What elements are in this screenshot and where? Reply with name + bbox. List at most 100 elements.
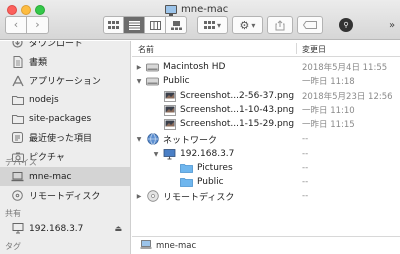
disclosure-collapsed-icon[interactable]: ▶ (135, 193, 143, 200)
file-date: -- (302, 134, 309, 144)
shared-folder-icon (180, 162, 193, 174)
sidebar-item-nodejs[interactable]: nodejs (0, 90, 130, 109)
chevron-left-icon: ‹ (13, 18, 19, 31)
column-divider[interactable] (296, 43, 297, 54)
file-date: 2018年5月4日 11:55 (302, 63, 388, 73)
network-server-icon (163, 148, 176, 160)
share-button[interactable] (267, 16, 293, 34)
list-item[interactable]: Screenshot...1-10-43.png 一昨日 11:10 (132, 103, 400, 117)
list-item[interactable]: ▶ Macintosh HD 2018年5月4日 11:55 (132, 60, 400, 74)
file-date: 一昨日 11:15 (302, 120, 355, 130)
gallery-view-button[interactable] (166, 16, 187, 34)
folder-icon (11, 94, 24, 106)
list-item[interactable]: ▼ Public 一昨日 11:18 (132, 74, 400, 88)
document-icon (11, 55, 24, 68)
list-item[interactable]: Public -- (132, 175, 400, 189)
action-button[interactable]: ⚙ ▾ (232, 16, 263, 34)
sidebar-item-applications[interactable]: アプリケーション (0, 71, 130, 90)
chevron-down-icon: ▾ (251, 20, 256, 30)
close-window-button[interactable] (7, 5, 17, 15)
optical-disc-icon (11, 190, 24, 202)
column-view-button[interactable] (145, 16, 166, 34)
sidebar-item-label: 書類 (29, 58, 48, 68)
sidebar-item-label: 最近使った項目 (29, 134, 93, 144)
toolbar: mne-mac ‹ › ▾ ⚙ ▾ ⚲ » (0, 0, 400, 40)
laptop-icon (11, 171, 24, 183)
toolbar-overflow-button[interactable]: » (386, 16, 398, 34)
file-name: リモートディスク (163, 192, 235, 203)
arrange-grid-icon (203, 20, 215, 29)
sidebar-item-label: アプリケーション (29, 77, 101, 87)
sidebar-item-site-packages[interactable]: site-packages (0, 109, 130, 128)
file-date: 一昨日 11:18 (302, 77, 355, 87)
list-item[interactable]: Screenshot...1-15-29.png 一昨日 11:15 (132, 117, 400, 131)
download-icon (11, 41, 24, 49)
list-view-button[interactable] (124, 16, 145, 34)
back-button[interactable]: ‹ (5, 16, 27, 34)
share-icon (275, 19, 285, 30)
hard-drive-icon (146, 75, 159, 87)
file-date: -- (302, 191, 309, 201)
name-column-header[interactable]: 名前 (138, 44, 154, 55)
image-file-icon (163, 118, 176, 130)
zoom-window-button[interactable] (35, 5, 45, 15)
sidebar-item-label: ダウンロード (29, 41, 84, 49)
file-name: 192.168.3.7 (180, 149, 235, 159)
file-name: Pictures (197, 163, 233, 173)
list-item[interactable]: Pictures -- (132, 161, 400, 175)
file-name: ネットワーク (163, 135, 218, 146)
file-name: Screenshot...1-10-43.png (180, 105, 295, 115)
sidebar-item-label: site-packages (29, 113, 92, 124)
view-mode-buttons (103, 16, 187, 36)
list-item[interactable]: ▼ 192.168.3.7 -- (132, 147, 400, 161)
sidebar-item-downloads[interactable]: ダウンロード (0, 41, 130, 52)
disclosure-expanded-icon[interactable]: ▼ (135, 78, 143, 85)
search-button[interactable]: ⚲ (336, 16, 356, 34)
eject-icon[interactable]: ⏏ (114, 224, 122, 233)
list-item[interactable]: Screenshot...2-56-37.png 2018年5月23日 12:5… (132, 89, 400, 103)
hard-drive-icon (146, 61, 159, 73)
file-date: 一昨日 11:10 (302, 106, 355, 116)
list-item[interactable]: ▼ ネットワーク -- (132, 132, 400, 146)
network-globe-icon (146, 133, 159, 145)
icon-view-button[interactable] (103, 16, 124, 34)
recents-icon (11, 132, 24, 144)
file-date: -- (302, 163, 309, 173)
path-bar-label[interactable]: mne-mac (156, 241, 196, 251)
file-list: 名前 変更日 ▶ Macintosh HD 2018年5月4日 11:55 ▼ … (132, 41, 400, 254)
file-date: -- (302, 177, 309, 187)
navigation-buttons: ‹ › (5, 16, 49, 36)
sidebar-item-192-168-3-7[interactable]: 192.168.3.7 ⏏ (0, 219, 130, 238)
sidebar-item-recents[interactable]: 最近使った項目 (0, 128, 130, 147)
disclosure-expanded-icon[interactable]: ▼ (135, 136, 143, 143)
columns-icon (149, 20, 161, 30)
minimize-window-button[interactable] (21, 5, 31, 15)
icon-grid-icon (108, 20, 119, 29)
disclosure-expanded-icon[interactable]: ▼ (152, 151, 160, 158)
sidebar: ダウンロード 書類 アプリケーション nodejs site-packages … (0, 41, 131, 254)
file-date: 2018年5月23日 12:56 (302, 92, 393, 102)
file-name: Screenshot...1-15-29.png (180, 119, 295, 129)
sidebar-item-mne-mac[interactable]: mne-mac (0, 167, 130, 186)
column-header: 名前 変更日 (132, 41, 400, 57)
search-icon: ⚲ (339, 18, 353, 32)
sidebar-item-documents[interactable]: 書類 (0, 52, 130, 71)
sidebar-item-remote-disc[interactable]: リモートディスク (0, 186, 130, 205)
list-item[interactable]: ▶ リモートディスク -- (132, 189, 400, 203)
file-date: -- (302, 149, 309, 159)
forward-button[interactable]: › (27, 16, 49, 34)
applications-icon (11, 75, 24, 87)
disclosure-collapsed-icon[interactable]: ▶ (135, 64, 143, 71)
sidebar-item-label: リモートディスク (29, 192, 101, 202)
laptop-icon (140, 239, 152, 252)
folder-icon (11, 113, 24, 125)
gear-icon: ⚙ (239, 18, 250, 32)
optical-disc-icon (146, 190, 159, 202)
tag-icon (303, 21, 317, 29)
file-name: Screenshot...2-56-37.png (180, 91, 295, 101)
network-server-icon (11, 223, 24, 235)
tag-button[interactable] (297, 16, 323, 34)
window-title-label: mne-mac (181, 3, 229, 15)
arrange-button[interactable]: ▾ (197, 16, 228, 34)
date-column-header[interactable]: 変更日 (302, 44, 326, 55)
